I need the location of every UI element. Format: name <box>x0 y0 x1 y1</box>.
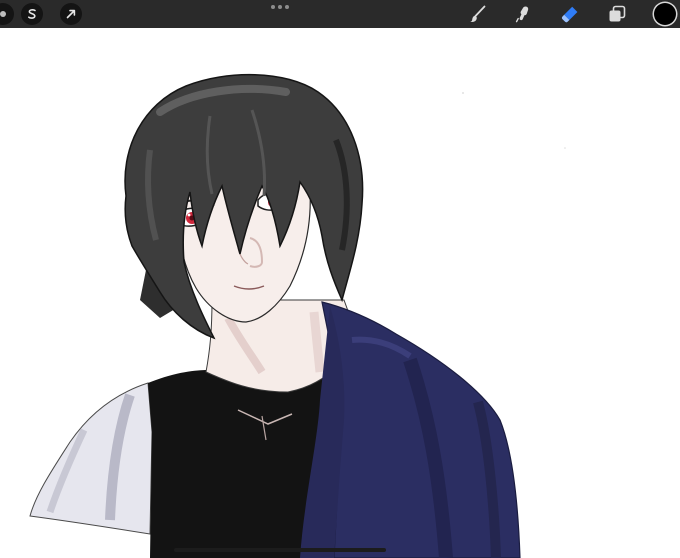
partial-menu-icon[interactable] <box>0 3 14 25</box>
canvas-speck <box>462 92 464 94</box>
home-indicator[interactable] <box>174 548 386 552</box>
character-illustration <box>29 74 566 558</box>
transform-arrow-icon[interactable] <box>60 3 82 25</box>
layers-icon[interactable] <box>606 3 628 25</box>
toolbar-grabber[interactable] <box>271 5 289 11</box>
eraser-icon[interactable] <box>559 3 581 25</box>
neck-shadow <box>309 311 325 373</box>
top-toolbar <box>0 0 680 28</box>
grabber-dot <box>285 5 289 9</box>
canvas-speck <box>564 147 566 149</box>
procreate-app <box>0 0 680 558</box>
grabber-dot <box>271 5 275 9</box>
drawing-canvas[interactable] <box>0 28 680 558</box>
selection-s-icon[interactable] <box>21 3 43 25</box>
brush-icon[interactable] <box>467 3 489 25</box>
color-picker-swatch[interactable] <box>654 3 676 25</box>
grabber-dot <box>278 5 282 9</box>
smudge-icon[interactable] <box>512 3 534 25</box>
